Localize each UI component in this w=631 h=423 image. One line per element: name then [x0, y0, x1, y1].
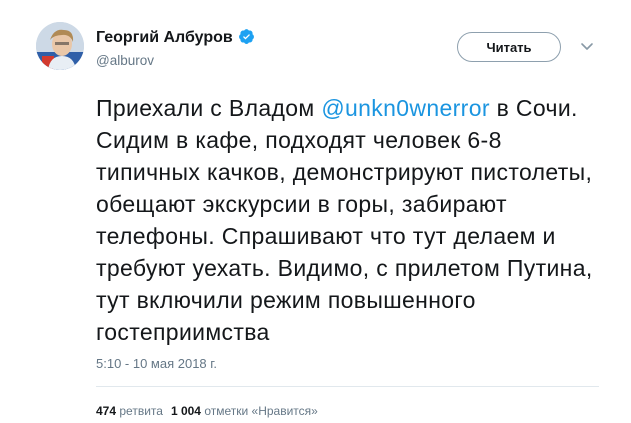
divider	[96, 386, 599, 387]
likes-label: отметки «Нравится»	[204, 404, 318, 418]
tweet-text-end: в Сочи. Сидим в кафе, подходят человек 6…	[96, 95, 593, 345]
display-name[interactable]: Георгий Албуров	[96, 28, 255, 47]
author-handle[interactable]: @alburov	[96, 53, 154, 68]
tweet-text: Приехали с Владом @unkn0wnerror в Сочи. …	[96, 92, 596, 348]
mention-link[interactable]: @unkn0wnerror	[321, 95, 490, 121]
likes-count: 1 004	[170, 404, 201, 418]
chevron-down-icon[interactable]	[580, 42, 594, 52]
follow-button[interactable]: Читать	[457, 32, 561, 62]
tweet-stats: 474 ретвита 1 004 отметки «Нравится»	[96, 404, 318, 418]
likes-stat[interactable]: 1 004 отметки «Нравится»	[171, 404, 318, 418]
tweet-timestamp[interactable]: 5:10 - 10 мая 2018 г.	[96, 356, 217, 371]
verified-badge-icon	[238, 29, 254, 44]
tweet-text-start: Приехали с Владом	[96, 95, 322, 121]
display-name-text[interactable]: Георгий Албуров	[96, 29, 233, 46]
tweet-card: Георгий Албуров @alburov Читать Приехали…	[0, 0, 631, 423]
retweets-label: ретвита	[119, 404, 163, 418]
avatar[interactable]	[36, 22, 84, 70]
retweets-stat[interactable]: 474 ретвита	[96, 404, 163, 418]
retweets-count: 474	[96, 404, 117, 418]
